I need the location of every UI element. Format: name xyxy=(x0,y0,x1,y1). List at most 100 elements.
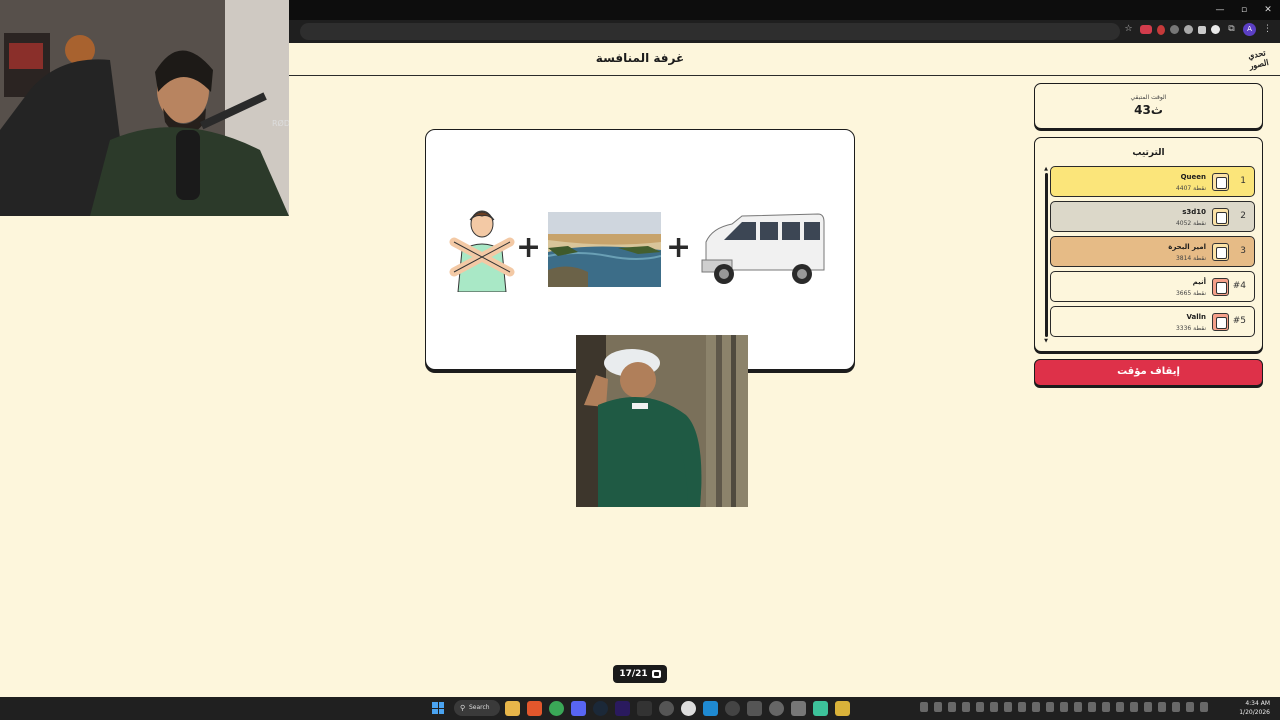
taskbar: Search xyxy=(0,697,1280,720)
tray-icon[interactable] xyxy=(1172,702,1180,712)
avatar xyxy=(1212,313,1229,331)
tray-icon[interactable] xyxy=(1046,702,1054,712)
obs-icon[interactable] xyxy=(659,701,674,716)
window-controls: — ▫ ✕ xyxy=(1208,0,1280,20)
taskbar-search[interactable]: Search xyxy=(454,700,500,716)
tray-icon[interactable] xyxy=(1102,702,1110,712)
tray-icon[interactable] xyxy=(1158,702,1166,712)
tray-icon[interactable] xyxy=(1018,702,1026,712)
extension-tag-icon[interactable] xyxy=(1198,25,1206,34)
app-icon-c[interactable] xyxy=(769,701,784,716)
player-name: امير البحرة xyxy=(1168,243,1206,251)
brave-icon[interactable] xyxy=(527,701,542,716)
app-icon-e[interactable] xyxy=(813,701,828,716)
extension-red-icon[interactable] xyxy=(1140,25,1152,34)
browser-menu-icon[interactable]: ⋮ xyxy=(1261,23,1274,36)
system-tray xyxy=(920,702,1208,712)
tray-icon[interactable] xyxy=(1130,702,1138,712)
player-name: Queen xyxy=(1180,173,1206,181)
plus-operator: + xyxy=(516,230,542,265)
timer-value: 43ث xyxy=(1134,103,1163,117)
extension-gray-icon[interactable] xyxy=(1170,25,1179,34)
puzzle-extensions-icon[interactable]: ⧉ xyxy=(1225,23,1238,36)
taskbar-clock[interactable]: 4:34 AM 1/20/2026 xyxy=(1239,699,1270,717)
tray-icon[interactable] xyxy=(1004,702,1012,712)
app-logo[interactable]: تحدي الصور xyxy=(1242,44,1275,75)
windows-start-icon[interactable] xyxy=(432,702,444,714)
file-explorer-icon[interactable] xyxy=(505,701,520,716)
avatar xyxy=(1212,243,1229,261)
webcam-overlay: RØD xyxy=(0,0,289,216)
question-progress: 17/21 xyxy=(613,665,667,683)
rank-number: 2 xyxy=(1240,211,1246,221)
leaderboard-row: #5 Valln 3336 نقطة xyxy=(1050,306,1255,337)
tray-icon[interactable] xyxy=(990,702,998,712)
extension-circle-icon[interactable] xyxy=(1184,25,1193,34)
player-name: أنيم xyxy=(1192,278,1206,286)
app-icon-b[interactable] xyxy=(747,701,762,716)
avatar xyxy=(1212,278,1229,296)
puzzle-card: + + xyxy=(425,129,855,370)
rank-number: 1 xyxy=(1240,176,1246,186)
tray-icon[interactable] xyxy=(934,702,942,712)
scroll-thumb[interactable] xyxy=(1045,173,1048,337)
leaderboard-scrollbar[interactable]: ▲ ▼ xyxy=(1043,166,1049,344)
extension-white-icon[interactable] xyxy=(1211,25,1220,34)
nile-river-icon xyxy=(548,212,661,287)
leaderboard-title: الترتيب xyxy=(1132,148,1165,158)
plus-operator: + xyxy=(666,230,692,265)
white-van-icon xyxy=(701,213,825,284)
player-points: 3814 نقطة xyxy=(1175,255,1206,262)
tray-icon[interactable] xyxy=(1200,702,1208,712)
player-points: 3665 نقطة xyxy=(1175,290,1206,297)
chrome-icon[interactable] xyxy=(549,701,564,716)
image-icon xyxy=(651,670,661,678)
rank-number: #5 xyxy=(1232,316,1246,326)
profile-avatar-icon[interactable]: A xyxy=(1243,23,1256,36)
address-bar[interactable] xyxy=(300,23,1120,40)
vscode-icon[interactable] xyxy=(703,701,718,716)
app-icon-f[interactable] xyxy=(835,701,850,716)
steam-icon[interactable] xyxy=(593,701,608,716)
player-points: 4407 نقطة xyxy=(1175,185,1206,192)
minimize-icon[interactable]: — xyxy=(1208,0,1232,20)
tray-icon[interactable] xyxy=(920,702,928,712)
terminal-icon[interactable] xyxy=(637,701,652,716)
tray-icon[interactable] xyxy=(1060,702,1068,712)
pause-button[interactable]: إيقاف مؤقت xyxy=(1034,359,1263,386)
tray-icon[interactable] xyxy=(948,702,956,712)
tray-icon[interactable] xyxy=(1116,702,1124,712)
player-name: Valln xyxy=(1186,313,1206,321)
discord-icon[interactable] xyxy=(571,701,586,716)
leaderboard-row: #4 أنيم 3665 نقطة xyxy=(1050,271,1255,302)
clock-date: 1/20/2026 xyxy=(1239,709,1270,716)
app-icon-a[interactable] xyxy=(725,701,740,716)
tray-icon[interactable] xyxy=(1032,702,1040,712)
tray-icon[interactable] xyxy=(1186,702,1194,712)
github-icon[interactable] xyxy=(681,701,696,716)
tray-icon[interactable] xyxy=(962,702,970,712)
leaderboard-row: 2 s3d10 4052 نقطة xyxy=(1050,201,1255,232)
page-title: غرفة المنافسة xyxy=(595,51,685,65)
player-points: 3336 نقطة xyxy=(1175,325,1206,332)
scroll-up-icon[interactable]: ▲ xyxy=(1043,166,1049,172)
star-icon[interactable]: ☆ xyxy=(1122,23,1135,36)
scroll-down-icon[interactable]: ▼ xyxy=(1043,338,1049,344)
restore-icon[interactable]: ▫ xyxy=(1232,0,1256,20)
tray-icon[interactable] xyxy=(976,702,984,712)
leaderboard: الترتيب ▲ ▼ 1 Queen 4407 نقطة 2 s3d10 40… xyxy=(1034,137,1263,352)
leaderboard-row: 1 Queen 4407 نقطة xyxy=(1050,166,1255,197)
tray-icon[interactable] xyxy=(1074,702,1082,712)
reaction-clip xyxy=(576,335,748,507)
timer-card: الوقت المتبقي 43ث xyxy=(1034,83,1263,129)
tray-icon[interactable] xyxy=(1144,702,1152,712)
close-icon[interactable]: ✕ xyxy=(1256,0,1280,20)
app-icon-d[interactable] xyxy=(791,701,806,716)
person-crossed-arms-icon xyxy=(449,210,515,292)
extension-pin-icon[interactable] xyxy=(1157,24,1165,35)
tray-icon[interactable] xyxy=(1088,702,1096,712)
logo-mark-icon: تحدي الصور xyxy=(1247,47,1270,72)
avatar xyxy=(1212,208,1229,226)
premiere-icon[interactable] xyxy=(615,701,630,716)
extension-icons: ☆ ⧉ A ⋮ xyxy=(1122,23,1274,36)
